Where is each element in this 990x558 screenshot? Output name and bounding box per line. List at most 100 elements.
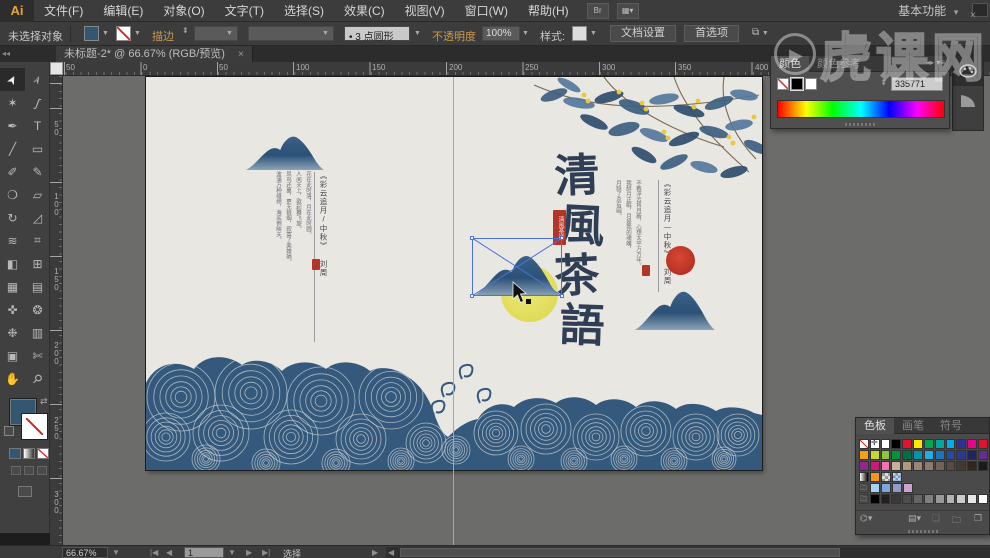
swatch[interactable]: [967, 439, 977, 449]
opacity-field[interactable]: 100%: [482, 26, 520, 41]
eraser-tool[interactable]: ▱: [25, 183, 50, 206]
swatch[interactable]: [956, 461, 966, 471]
default-fill-stroke-icon[interactable]: [4, 426, 14, 436]
swatch[interactable]: [881, 439, 891, 449]
menu-item[interactable]: 编辑(E): [93, 0, 153, 22]
swatch[interactable]: [859, 450, 869, 460]
slice-tool[interactable]: ✄: [25, 344, 50, 367]
chevron-down-icon[interactable]: ▼: [102, 30, 109, 37]
chevron-down-icon[interactable]: ▼: [322, 30, 329, 37]
swatch[interactable]: [881, 461, 891, 471]
draw-behind-button[interactable]: [24, 466, 34, 475]
new-color-group-icon[interactable]: 🗀: [952, 513, 961, 529]
swatch[interactable]: [892, 483, 902, 493]
gradient-swatch[interactable]: [859, 472, 869, 482]
swatch[interactable]: [924, 450, 934, 460]
menu-item[interactable]: 对象(O): [153, 0, 214, 22]
rotate-tool[interactable]: ↻: [0, 206, 25, 229]
color-spectrum-bar[interactable]: [777, 100, 945, 118]
swatch[interactable]: [870, 450, 880, 460]
style-swatch[interactable]: [572, 26, 587, 41]
menu-item[interactable]: 效果(C): [334, 0, 395, 22]
chevron-down-icon[interactable]: ▼: [522, 30, 529, 37]
document-setup-button[interactable]: 文档设置: [610, 25, 676, 42]
watermark-close-icon[interactable]: ×: [970, 10, 976, 21]
draw-inside-button[interactable]: [37, 466, 47, 475]
stepper-icon[interactable]: ⬍: [182, 26, 189, 35]
collapse-icon[interactable]: ◂◂: [2, 49, 10, 58]
width-tool[interactable]: ≋: [0, 229, 25, 252]
swatch[interactable]: [870, 494, 880, 504]
pattern-swatch[interactable]: [892, 472, 902, 482]
none-swatch[interactable]: [777, 78, 789, 90]
swatch[interactable]: [902, 450, 912, 460]
chevron-down-icon[interactable]: ▼: [226, 30, 233, 37]
none-mode-button[interactable]: [37, 448, 49, 459]
panel-resize-gripper[interactable]: [845, 123, 875, 126]
prev-artboard-icon[interactable]: ◀: [166, 548, 172, 557]
menu-item[interactable]: 文字(T): [215, 0, 274, 22]
swatch[interactable]: [891, 461, 901, 471]
first-artboard-icon[interactable]: |◀: [150, 548, 158, 557]
swatch[interactable]: [913, 461, 923, 471]
preferences-button[interactable]: 首选项: [684, 25, 739, 42]
chevron-down-icon[interactable]: ▼: [414, 30, 421, 37]
swatch-options-icon[interactable]: ❏: [932, 513, 940, 524]
line-tool[interactable]: ╱: [0, 137, 25, 160]
swatch[interactable]: [913, 439, 923, 449]
tab-color[interactable]: 颜色: [771, 56, 809, 72]
artboard[interactable]: 《彩云追月/中秋》 刘周 花在此时落，月在此时圆。人间天上，歌起舞飞旋。凤鸟还巢…: [146, 77, 762, 470]
scroll-left-icon[interactable]: ◀: [388, 548, 394, 557]
paintbrush-tool[interactable]: ✐: [0, 160, 25, 183]
hex-value-field[interactable]: [891, 77, 943, 91]
zoom-tool[interactable]: ⚲: [25, 367, 50, 390]
tab-brushes[interactable]: 画笔: [894, 418, 932, 434]
swatch[interactable]: [935, 461, 945, 471]
swatch[interactable]: [881, 450, 891, 460]
swatch[interactable]: [967, 450, 977, 460]
direct-selection-tool[interactable]: ➢: [25, 68, 50, 91]
swatch[interactable]: [956, 494, 966, 504]
menu-item[interactable]: 视图(V): [395, 0, 455, 22]
swatch[interactable]: [946, 461, 956, 471]
screen-mode-button[interactable]: [18, 486, 32, 497]
swatch[interactable]: [881, 494, 891, 504]
none-swatch[interactable]: [859, 439, 869, 449]
tab-color-guide[interactable]: 颜色参考: [809, 56, 869, 72]
shape-builder-tool[interactable]: ◧: [0, 252, 25, 275]
swatch[interactable]: [913, 494, 923, 504]
canvas-area[interactable]: 50050100150200250300350400 5010015020025…: [50, 62, 990, 545]
last-artboard-icon[interactable]: ▶|: [262, 548, 270, 557]
new-swatch-icon[interactable]: ❐: [974, 513, 982, 524]
pencil-tool[interactable]: ✎: [25, 160, 50, 183]
tab-symbols[interactable]: 符号: [932, 418, 970, 434]
color-group-folder-icon[interactable]: [859, 483, 869, 493]
color-mode-button[interactable]: [9, 448, 21, 459]
swatch[interactable]: [902, 461, 912, 471]
gradient-mode-button[interactable]: [23, 448, 35, 459]
swatch[interactable]: [891, 439, 901, 449]
zoom-level-field[interactable]: 66.67%: [62, 547, 108, 558]
gradient-tool[interactable]: ▤: [25, 275, 50, 298]
menu-item[interactable]: 帮助(H): [518, 0, 579, 22]
swatch[interactable]: [881, 483, 891, 493]
document-tab[interactable]: 未标题-2* @ 66.67% (RGB/预览) ×: [56, 46, 253, 62]
swatch[interactable]: [924, 439, 934, 449]
pen-tool[interactable]: ✒: [0, 114, 25, 137]
swatch[interactable]: [891, 450, 901, 460]
variable-width-profile-field[interactable]: • 3 点圆形: [344, 26, 410, 41]
swatch[interactable]: [978, 439, 988, 449]
menu-item[interactable]: 窗口(W): [455, 0, 518, 22]
stroke-color-swatch[interactable]: [116, 26, 131, 41]
arrange-documents-icon[interactable]: ▦▾: [617, 3, 639, 19]
perspective-grid-tool[interactable]: ⊞: [25, 252, 50, 275]
swatch[interactable]: [956, 439, 966, 449]
swatch[interactable]: [946, 450, 956, 460]
hand-tool[interactable]: ✋: [0, 367, 25, 390]
swatch[interactable]: [924, 494, 934, 504]
swatch[interactable]: [946, 439, 956, 449]
draw-normal-button[interactable]: [11, 466, 21, 475]
panel-menu-icon[interactable]: ⧉ ▼: [752, 27, 769, 38]
chevron-down-icon[interactable]: ▼: [228, 548, 236, 557]
swatch[interactable]: [935, 494, 945, 504]
